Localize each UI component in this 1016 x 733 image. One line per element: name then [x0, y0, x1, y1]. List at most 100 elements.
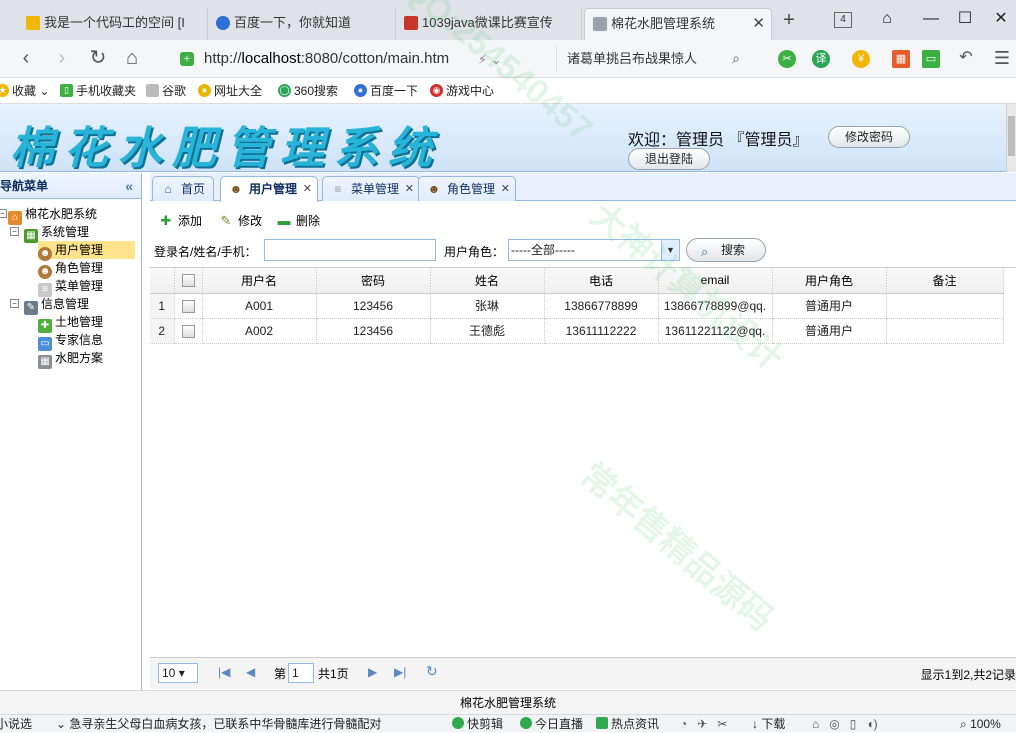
chevron-down-icon[interactable]: ▼ — [661, 240, 679, 260]
browser-tab-1[interactable]: 我是一个代码工的空间 [I — [18, 8, 208, 40]
close-window-icon[interactable]: ✕ — [990, 8, 1012, 30]
status-more-icons[interactable]: ⌂ ◎ ▯ ◖) — [812, 715, 878, 733]
sidebar-item-fertilizer-plan[interactable]: ▦ 水肥方案 — [38, 349, 103, 369]
tab-home[interactable]: ⌂ 首页 — [152, 176, 215, 201]
select-all-checkbox[interactable] — [181, 274, 195, 288]
table-cell: 普通用户 — [772, 293, 887, 319]
sidebar-item-expert-info[interactable]: ▭ 专家信息 — [38, 331, 103, 351]
reload-icon[interactable]: ↻ — [86, 46, 110, 70]
column-header[interactable]: 用户名 — [202, 268, 317, 294]
column-header[interactable]: 密码 — [316, 268, 431, 294]
bookmark-360[interactable]: ◯ 360搜索 — [278, 82, 338, 100]
minimize-icon[interactable]: — — [920, 8, 942, 30]
status-tool-icons[interactable]: ◔ ✈ ✂ — [680, 715, 727, 733]
change-password-button[interactable]: 修改密码 — [828, 126, 911, 148]
first-page-icon[interactable]: |◀ — [218, 665, 230, 679]
bookmark-favorites[interactable]: ★ 收藏 ⌄ — [0, 82, 49, 100]
bookmark-games[interactable]: ◉ 游戏中心 — [430, 82, 494, 100]
delete-button[interactable]: ▬ 删除 — [276, 212, 321, 230]
tree-group-info[interactable]: ✎ 信息管理 — [24, 295, 89, 315]
page-number-input[interactable]: 1 — [288, 663, 314, 683]
row-checkbox[interactable] — [181, 299, 195, 313]
close-tab-icon[interactable]: ✕ — [501, 177, 510, 201]
bookmark-baidu[interactable]: ● 百度一下 — [354, 82, 418, 100]
status-hot-news[interactable]: 热点资讯 — [596, 715, 659, 733]
home-icon[interactable]: ⌂ — [120, 46, 144, 70]
bookmark-mobile[interactable]: ▯ 手机收藏夹 — [60, 82, 136, 100]
row-select-cell[interactable] — [174, 293, 203, 319]
column-header[interactable]: 备注 — [886, 268, 1004, 294]
bookmark-navsite[interactable]: ● 网址大全 — [198, 82, 262, 100]
sidebar-item-land-management[interactable]: ✚ 土地管理 — [38, 313, 103, 333]
close-tab-icon[interactable]: ✕ — [752, 9, 765, 39]
apps-grid-icon[interactable]: ▦ — [892, 50, 910, 68]
prev-page-icon[interactable]: ◀ — [246, 665, 255, 679]
sidebar-item-role-management[interactable]: ☻ 角色管理 — [38, 259, 103, 279]
browser-tab-title: 1039java微课比赛宣传 — [422, 15, 553, 30]
next-page-icon[interactable]: ▶ — [368, 665, 377, 679]
keyword-input[interactable] — [264, 239, 436, 261]
tab-user-management[interactable]: ☻ 用户管理 ✕ — [220, 176, 319, 202]
undo-icon[interactable]: ↶ — [954, 46, 978, 70]
coin-icon[interactable]: ¥ — [852, 50, 870, 68]
tree-toggle-icon[interactable]: − — [10, 227, 19, 236]
tree-group-system[interactable]: ▦ 系统管理 — [24, 223, 89, 243]
status-novel-link[interactable]: 小说选 — [0, 715, 32, 733]
forward-icon[interactable]: › — [50, 46, 74, 70]
close-tab-icon[interactable]: ✕ — [303, 177, 312, 201]
browser-tab-4-active[interactable]: 棉花水肥管理系统 ✕ — [584, 8, 772, 40]
menu-icon[interactable]: ☰ — [990, 46, 1014, 70]
translate-icon[interactable]: 译 — [812, 50, 830, 68]
status-download[interactable]: ↓ 下载 — [752, 715, 785, 733]
skin-shirt-icon[interactable]: ⌂ — [876, 8, 898, 30]
tree-toggle-icon[interactable]: − — [0, 209, 7, 218]
page-size-select[interactable]: 10 ▾ — [158, 663, 198, 683]
row-select-cell[interactable] — [174, 318, 203, 344]
column-header[interactable]: 姓名 — [430, 268, 545, 294]
refresh-icon[interactable]: ↻ — [426, 663, 438, 680]
browser-tab-title: 百度一下，你就知道 — [234, 15, 352, 30]
status-live[interactable]: 今日直播 — [520, 715, 583, 733]
table-row[interactable]: 2 A002 123456 王德彪 13611112222 1361122112… — [150, 318, 1004, 344]
tree-toggle-icon[interactable]: − — [10, 299, 19, 308]
tab-role-management[interactable]: ☻ 角色管理 ✕ — [418, 176, 517, 201]
column-header[interactable]: 电话 — [544, 268, 659, 294]
phone-icon: ▯ — [60, 84, 73, 97]
browser-tab-3[interactable]: 1039java微课比赛宣传 — [396, 8, 582, 40]
back-icon[interactable]: ‹ — [14, 46, 38, 70]
select-all-header[interactable] — [174, 268, 203, 294]
column-header[interactable]: email — [658, 268, 773, 294]
sidebar-item-menu-management[interactable]: ≡ 菜单管理 — [38, 277, 103, 297]
tab-count-badge[interactable]: 4 — [834, 12, 852, 28]
add-button[interactable]: ✚ 添加 — [158, 212, 202, 230]
lightning-icon[interactable]: ⚡ ⌄ — [478, 52, 502, 68]
header-scrollbar[interactable] — [1006, 104, 1016, 172]
news-ticker[interactable]: ⌄ 急寻亲生父母白血病女孩，已联系中华骨髓库进行骨髓配对 — [56, 715, 381, 733]
edit-button[interactable]: ✎ 修改 — [218, 212, 262, 230]
search-box[interactable]: 诸葛单挑吕布战果惊人 — [556, 46, 752, 72]
table-cell: 张琳 — [430, 293, 545, 319]
last-page-icon[interactable]: ▶| — [394, 665, 406, 679]
status-clip[interactable]: 快剪辑 — [452, 715, 503, 733]
tree-root[interactable]: ⌂ 棉花水肥系统 — [8, 205, 97, 225]
zoom-level[interactable]: ⌕ 100% — [960, 715, 1001, 733]
table-row[interactable]: 1 A001 123456 张琳 13866778899 13866778899… — [150, 293, 1004, 319]
scrollbar-thumb[interactable] — [1008, 116, 1015, 156]
collapse-double-chevron-icon[interactable]: « — [125, 173, 133, 199]
battery-icon[interactable]: ▭ — [922, 50, 940, 68]
row-checkbox[interactable] — [181, 324, 195, 338]
scissors-icon[interactable]: ✂ — [778, 50, 796, 68]
search-button[interactable]: ⌕ 搜索 — [686, 238, 766, 262]
new-tab-button[interactable]: + — [778, 10, 800, 32]
bookmark-google[interactable]: 谷歌 — [146, 82, 186, 100]
maximize-icon[interactable]: ☐ — [954, 8, 976, 30]
browser-tab-2[interactable]: 百度一下，你就知道 — [208, 8, 396, 40]
tab-menu-management[interactable]: ≡ 菜单管理 ✕ — [322, 176, 421, 201]
sidebar-item-user-management[interactable]: ☻ 用户管理 — [38, 241, 135, 261]
search-icon[interactable]: ⌕ — [724, 46, 748, 70]
close-tab-icon[interactable]: ✕ — [405, 177, 414, 201]
logout-button[interactable]: 退出登陆 — [628, 148, 711, 170]
column-header[interactable]: 用户角色 — [772, 268, 887, 294]
role-select[interactable]: -----全部----- ▼ — [508, 239, 680, 261]
search-filters: 登录名/姓名/手机： 用户角色： -----全部----- ▼ ⌕ 搜索 — [150, 237, 1016, 265]
